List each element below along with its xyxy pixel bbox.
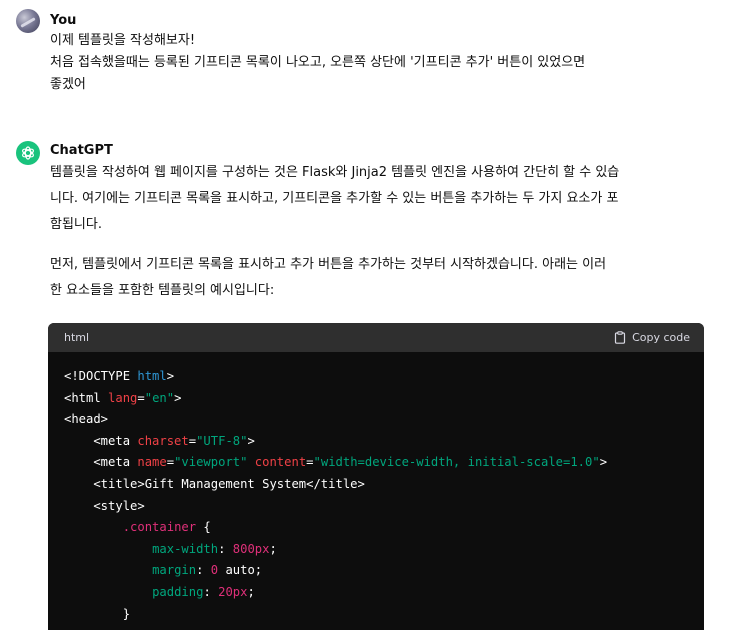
code-line: margin: 0 auto; <box>152 563 263 578</box>
code-line: <head> <box>64 412 109 427</box>
code-block-header: html Copy code <box>48 323 704 352</box>
user-author-name: You <box>50 13 77 28</box>
code-line: <html lang="en"> <box>64 390 182 405</box>
copy-code-label: Copy code <box>632 331 690 344</box>
user-message-line: 처음 접속했을때는 등록된 기프티콘 목록이 나오고, 오른쪽 상단에 '기프티… <box>50 55 586 70</box>
assistant-line: 먼저, 템플릿에서 기프티콘 목록을 표시하고 추가 버튼을 추가하는 것부터 … <box>50 257 607 272</box>
assistant-message-text: 템플릿을 작성하여 웹 페이지를 구성하는 것은 Flask와 Jinja2 템… <box>50 160 710 318</box>
code-line: max-width: 800px; <box>152 541 277 556</box>
assistant-author-name: ChatGPT <box>50 143 113 158</box>
code-block: html Copy code <!DOCTYPE html> <html lang… <box>48 323 704 630</box>
user-message-line: 좋겠어 <box>50 77 86 92</box>
code-language-label: html <box>64 331 90 344</box>
code-line: padding: 20px; <box>152 584 255 599</box>
code-content[interactable]: <!DOCTYPE html> <html lang="en"> <head> <m… <box>48 352 704 630</box>
assistant-line: 니다. 여기에는 기프티콘 목록을 표시하고, 기프티콘을 추가할 수 있는 버… <box>50 191 619 206</box>
user-avatar <box>16 9 40 33</box>
assistant-paragraph: 먼저, 템플릿에서 기프티콘 목록을 표시하고 추가 버튼을 추가하는 것부터 … <box>50 252 710 304</box>
assistant-line: 템플릿을 작성하여 웹 페이지를 구성하는 것은 Flask와 Jinja2 템… <box>50 165 620 180</box>
user-message-line: 이제 템플릿을 작성해보자! <box>50 33 196 48</box>
assistant-line: 함됩니다. <box>50 217 102 232</box>
code-line: .container { <box>122 520 211 535</box>
openai-icon <box>22 146 34 160</box>
code-line: <meta name="viewport" content="width=dev… <box>64 455 608 470</box>
code-line: <meta charset="UTF-8"> <box>64 433 255 448</box>
code-line: <style> <box>64 498 145 513</box>
assistant-line: 한 요소들을 포함한 템플릿의 예시입니다: <box>50 283 275 298</box>
chatgpt-logo-icon <box>16 141 40 165</box>
code-line: } <box>64 606 131 621</box>
code-line: <title>Gift Management System</title> <box>64 476 365 491</box>
code-line: <!DOCTYPE html> <box>64 369 175 383</box>
user-message-text: 이제 템플릿을 작성해보자! 처음 접속했을때는 등록된 기프티콘 목록이 나오… <box>50 30 710 96</box>
assistant-paragraph: 템플릿을 작성하여 웹 페이지를 구성하는 것은 Flask와 Jinja2 템… <box>50 160 710 238</box>
copy-code-button[interactable]: Copy code <box>614 331 690 344</box>
clipboard-icon <box>614 331 626 344</box>
